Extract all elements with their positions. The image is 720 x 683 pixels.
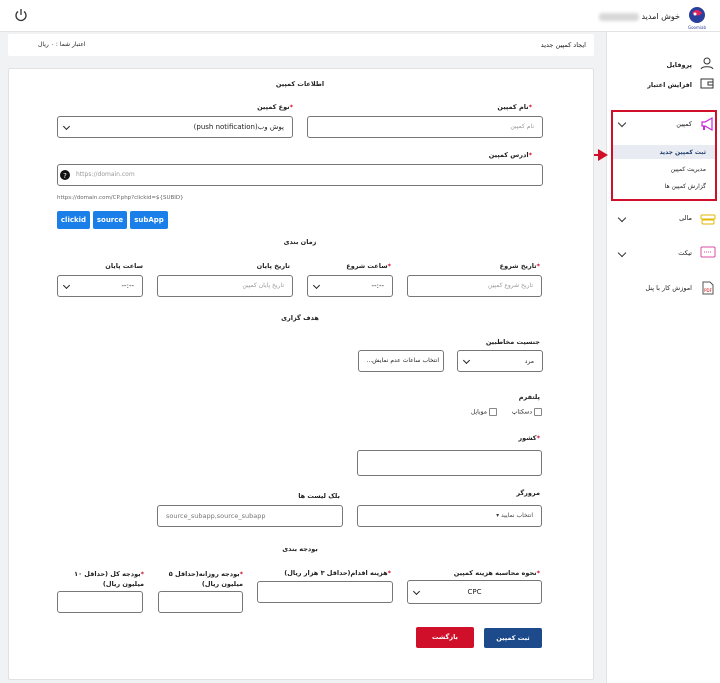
- section-title-targeting: هدف گزاری: [281, 314, 319, 322]
- section-title-schedule: زمان بندی: [283, 238, 317, 246]
- blacklist-label: بلک لیست ها: [298, 492, 340, 500]
- svg-text:?: ?: [63, 172, 67, 180]
- token-source-button[interactable]: source: [93, 211, 127, 229]
- page-title: ایجاد کمپین جدید: [540, 41, 586, 49]
- back-button[interactable]: بازگشت: [416, 627, 474, 648]
- name-label: *نام کمپین: [497, 103, 532, 111]
- chevron-down-icon: [412, 587, 421, 596]
- gender-label: جنسیت مخاطبین: [485, 338, 540, 346]
- sidebar-item-profile[interactable]: پروفایل: [667, 61, 692, 69]
- start-time-label: *ساعت شروع: [346, 262, 391, 270]
- user-icon: [700, 57, 714, 70]
- cost-method-select[interactable]: CPC: [407, 580, 542, 604]
- chevron-down-icon: [462, 356, 471, 365]
- sidebar-item-ticket[interactable]: تیکت: [678, 249, 692, 257]
- sidebar-item-finance[interactable]: مالی: [679, 214, 692, 222]
- url-label: *ادرس کمپین: [488, 151, 532, 159]
- chevron-down-icon: [312, 281, 321, 290]
- end-date-input[interactable]: تاریخ پایان کمپین: [157, 275, 293, 297]
- svg-text:Goomiab: Goomiab: [688, 25, 706, 30]
- chevron-down-icon[interactable]: [617, 213, 627, 223]
- section-title-info: اطلاعات کمپین: [275, 80, 325, 88]
- user-name-blurred: [598, 12, 639, 21]
- chevron-down-icon: [62, 122, 71, 131]
- daily-budget-label: *بودجه روزانه(حداقل ۵ میلیون ریال): [168, 570, 243, 588]
- chevron-down-icon[interactable]: [617, 248, 627, 258]
- ticket-icon: [700, 246, 716, 258]
- campaign-type-select[interactable]: پوش وب(push notification): [57, 116, 293, 138]
- gender-select[interactable]: مرد: [457, 350, 543, 372]
- pdf-icon: PDF: [702, 281, 714, 295]
- platform-label: پلتفرم: [518, 393, 540, 401]
- country-label: *کشور: [518, 434, 540, 442]
- welcome-text: خوش امدید: [598, 12, 680, 21]
- sidebar-item-tutorial[interactable]: اموزش کار با پنل: [645, 284, 692, 292]
- chevron-down-icon: [62, 281, 71, 290]
- highlight-box: [611, 110, 717, 201]
- token-clickid-button[interactable]: clickid: [57, 211, 90, 229]
- start-date-input[interactable]: تاریخ شروع کمپین: [407, 275, 542, 297]
- start-date-label: *تاریخ شروع: [499, 262, 540, 270]
- power-icon[interactable]: [14, 8, 28, 22]
- campaign-name-input[interactable]: نام کمپین: [307, 116, 543, 138]
- end-time-label: ساعت پایان: [105, 262, 143, 270]
- end-time-select[interactable]: --:--: [57, 275, 143, 297]
- help-icon[interactable]: ?: [60, 170, 70, 180]
- hide-hours-select[interactable]: انتخاب ساعات عدم نمایش...: [358, 350, 444, 372]
- browser-label: مرورگر: [516, 489, 540, 497]
- start-time-select[interactable]: --:--: [307, 275, 393, 297]
- type-label: *نوع کمپین: [257, 103, 293, 111]
- total-budget-label: *بودجه کل (حداقل ۱۰ میلیون ریال): [74, 570, 144, 588]
- logo-icon[interactable]: Goomiab: [684, 4, 710, 30]
- money-icon: [700, 214, 716, 225]
- submit-campaign-button[interactable]: ثبت کمپین: [484, 628, 542, 648]
- sidebar-item-increase-credit[interactable]: افزایش اعتبار: [647, 81, 692, 89]
- blacklist-input[interactable]: source_subapp,source_subapp: [157, 505, 343, 527]
- token-subapp-button[interactable]: subApp: [130, 211, 168, 229]
- section-title-budget: بودجه بندی: [282, 545, 318, 553]
- top-bar: خوش امدید Goomiab: [0, 0, 720, 32]
- action-cost-label: *هزینه اقدام(حداقل ۳ هزار ریال): [284, 569, 391, 577]
- end-date-label: تاریخ پایان: [256, 262, 290, 270]
- platform-mobile-option[interactable]: موبایل: [471, 408, 497, 416]
- desktop-checkbox[interactable]: [534, 408, 542, 416]
- browser-select[interactable]: انتخاب نمایید ▾: [357, 505, 542, 527]
- wallet-icon: [700, 78, 714, 89]
- country-input[interactable]: [357, 450, 542, 476]
- campaign-url-input[interactable]: https://domain.com: [57, 164, 543, 186]
- daily-budget-input[interactable]: [158, 591, 243, 613]
- mobile-checkbox[interactable]: [489, 408, 497, 416]
- total-budget-input[interactable]: [57, 591, 143, 613]
- cost-method-label: *نحوه محاسبه هزینه کمپین: [453, 569, 540, 577]
- action-cost-input[interactable]: [257, 581, 393, 603]
- url-hint: https://domain.com/CP.php?clickid=${SUBI…: [57, 195, 184, 201]
- credit-balance: اعتبار شما : ۰ ریال: [38, 41, 86, 48]
- platform-desktop-option[interactable]: دسکتاپ: [512, 408, 542, 416]
- breadcrumb: ایجاد کمپین جدید اعتبار شما : ۰ ریال: [8, 34, 594, 56]
- svg-text:PDF: PDF: [704, 288, 712, 293]
